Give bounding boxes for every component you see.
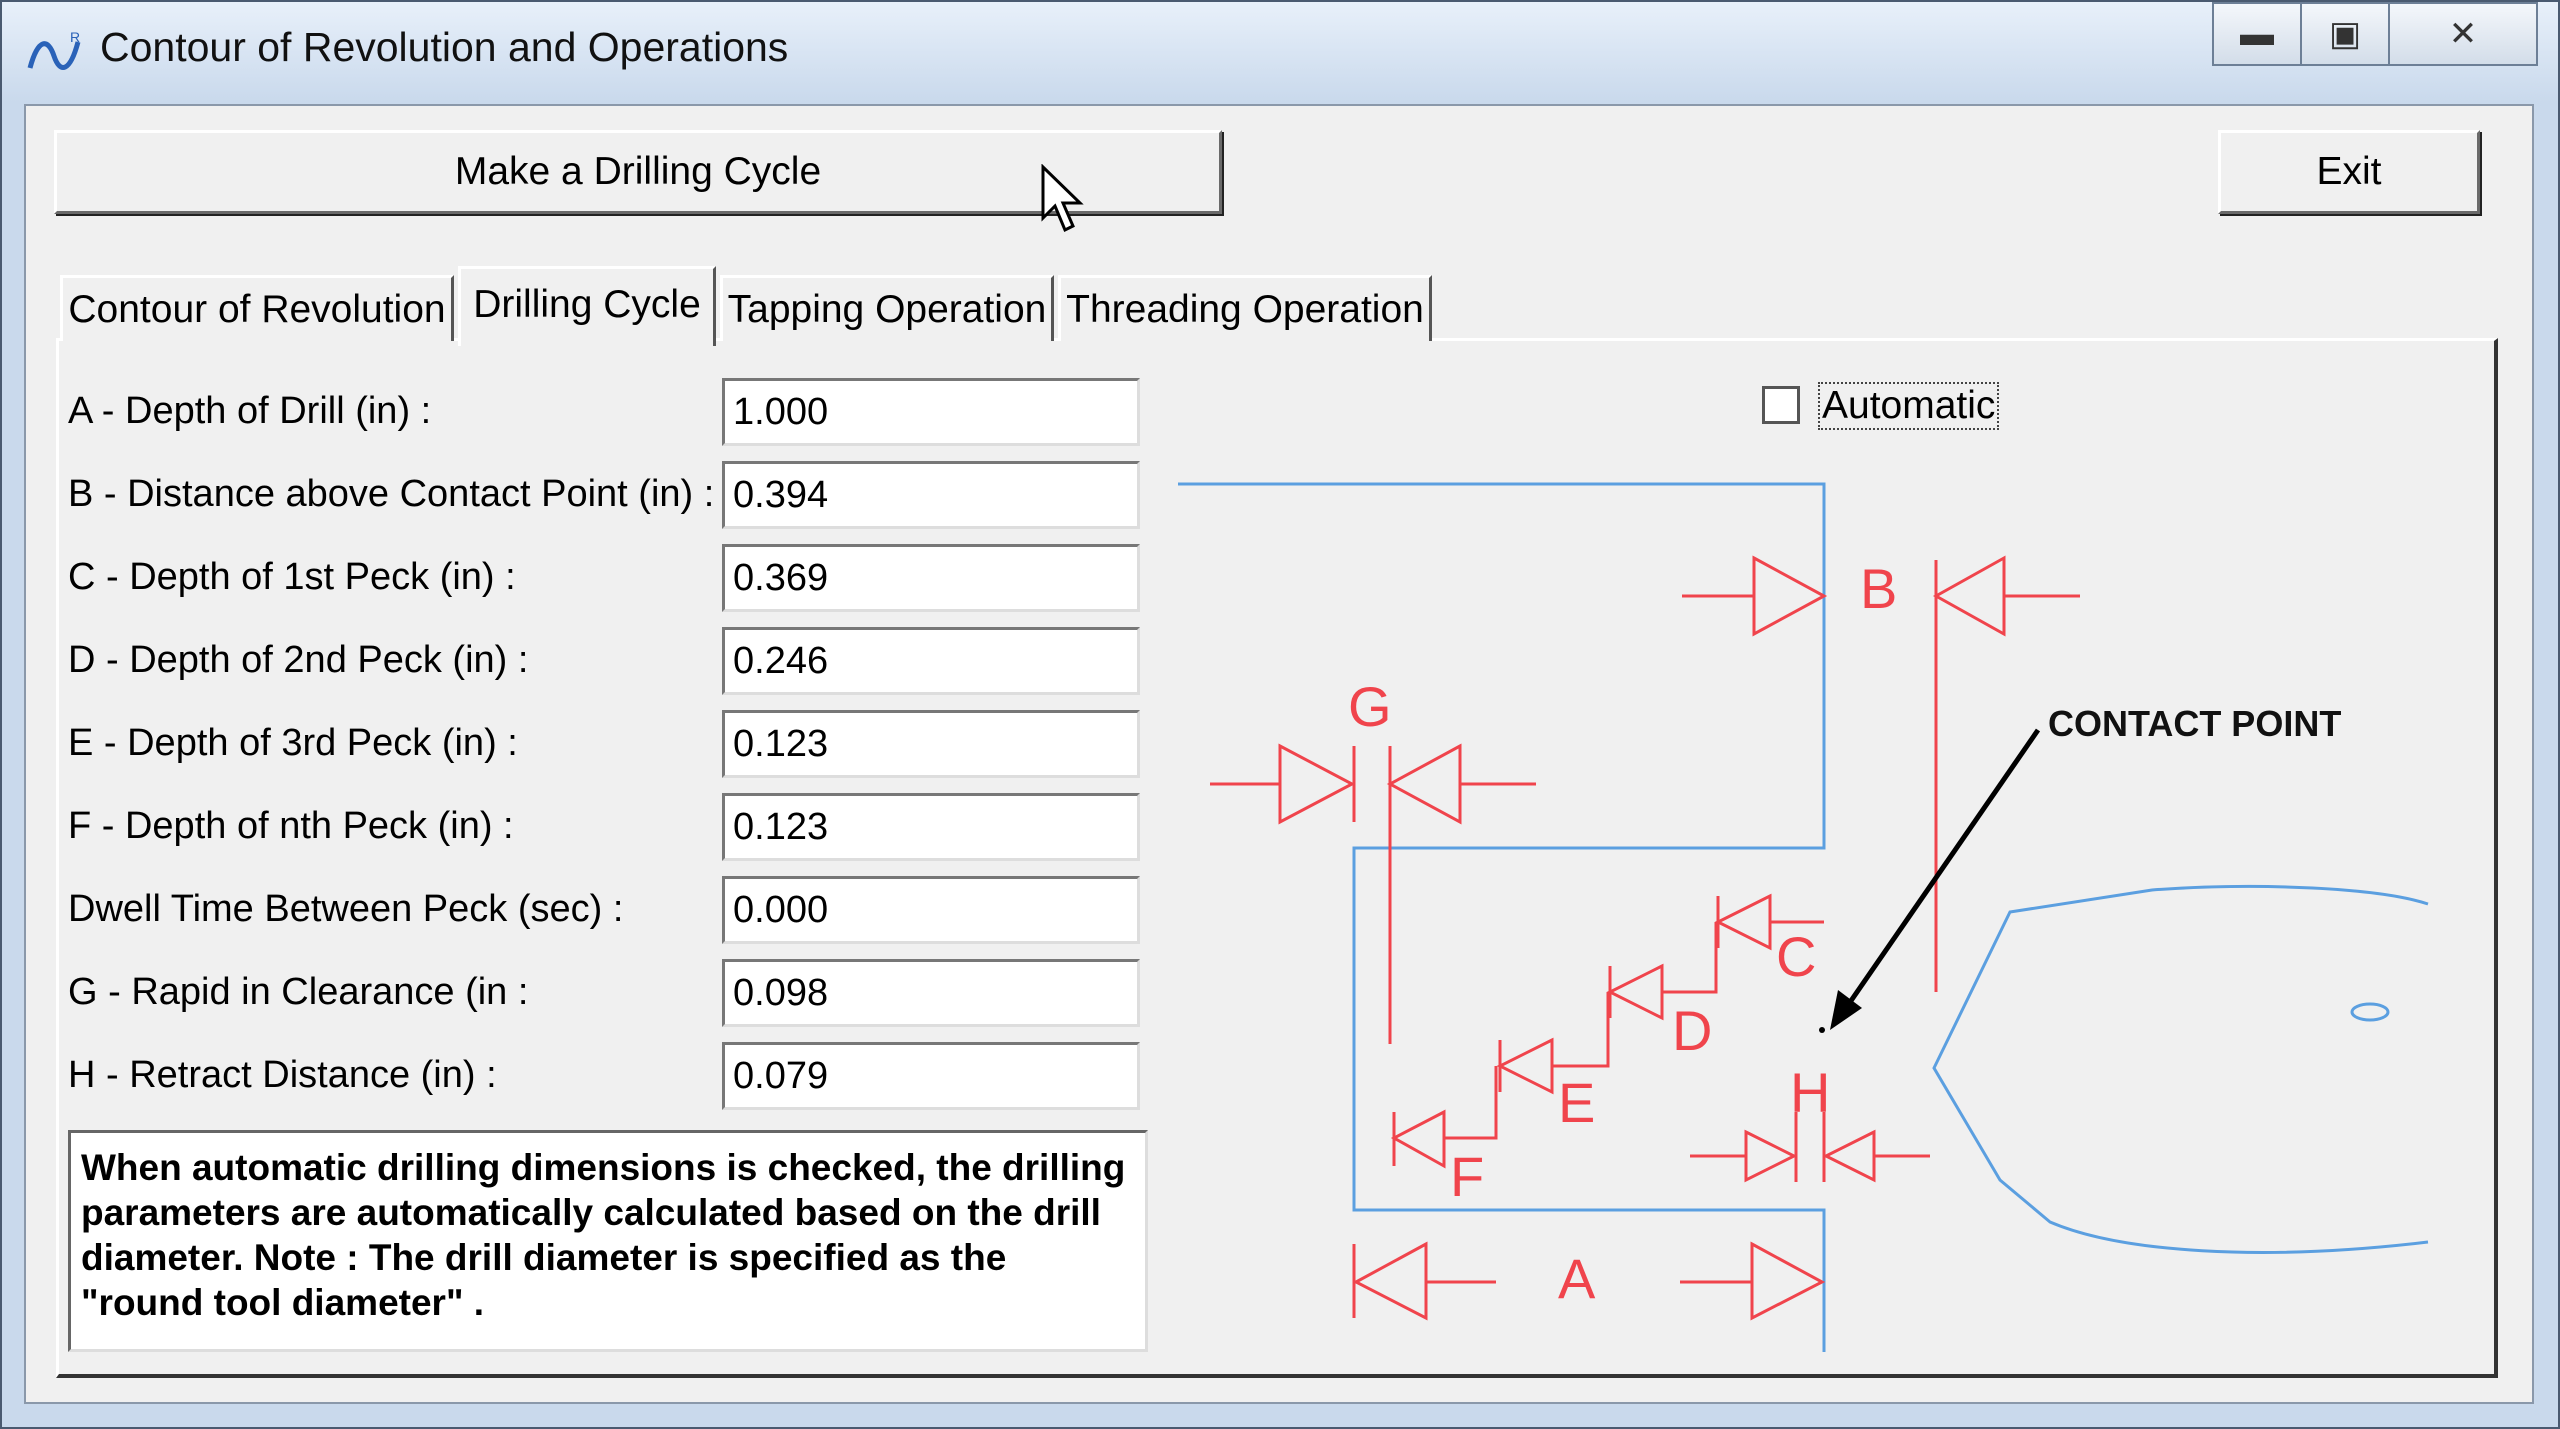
exit-button[interactable]: Exit (2218, 130, 2480, 214)
input-retract-distance[interactable] (722, 1042, 1140, 1110)
contact-point-dot (1819, 1027, 1825, 1033)
input-depth-nth-peck[interactable] (722, 793, 1140, 861)
label-d: D (1672, 999, 1712, 1062)
label-c: C (1776, 925, 1816, 988)
label-a: A (1558, 1247, 1596, 1310)
info-note: When automatic drilling dimensions is ch… (68, 1130, 1148, 1352)
automatic-checkbox[interactable] (1762, 386, 1800, 424)
label-f: F (1450, 1145, 1484, 1208)
contact-point-label: CONTACT POINT (2048, 703, 2341, 744)
label-depth-3rd-peck: E - Depth of 3rd Peck (in) : (68, 722, 518, 764)
dimension-lines (1210, 555, 2080, 1321)
workpiece-outline (1178, 482, 2429, 1352)
app-logo-icon: R (27, 29, 81, 70)
label-e: E (1558, 1071, 1595, 1134)
label-h: H (1790, 1061, 1830, 1124)
title-bar[interactable]: R Contour of Revolution and Operations ▬… (2, 2, 2558, 102)
svg-text:R: R (70, 29, 80, 45)
label-g: G (1348, 675, 1392, 738)
minimize-button[interactable]: ▬ (2212, 2, 2302, 66)
label-rapid-clearance: G - Rapid in Clearance (in : (68, 971, 529, 1013)
window-title: Contour of Revolution and Operations (100, 24, 789, 70)
tab-tapping-operation[interactable]: Tapping Operation (720, 275, 1054, 341)
maximize-button[interactable]: ▣ (2300, 2, 2390, 66)
label-depth-2nd-peck: D - Depth of 2nd Peck (in) : (68, 639, 529, 681)
contact-arrow-line (1843, 728, 2041, 1010)
label-b: B (1860, 557, 1897, 620)
input-depth-2nd-peck[interactable] (722, 627, 1140, 695)
input-depth-of-drill[interactable] (722, 378, 1140, 446)
label-depth-of-drill: A - Depth of Drill (in) : (68, 390, 432, 432)
dimension-labels: B G C D E F H A (1348, 557, 1897, 1310)
maximize-icon: ▣ (2328, 15, 2362, 53)
window-controls: ▬ ▣ ✕ (2212, 2, 2538, 68)
tab-drilling-cycle[interactable]: Drilling Cycle (458, 266, 716, 346)
label-distance-above-contact: B - Distance above Contact Point (in) : (68, 473, 715, 515)
input-depth-1st-peck[interactable] (722, 544, 1140, 612)
label-depth-nth-peck: F - Depth of nth Peck (in) : (68, 805, 514, 847)
minimize-icon: ▬ (2240, 14, 2274, 53)
close-button[interactable]: ✕ (2388, 2, 2538, 66)
input-distance-above-contact[interactable] (722, 461, 1140, 529)
tab-contour-of-revolution[interactable]: Contour of Revolution (60, 275, 454, 341)
tab-threading-operation[interactable]: Threading Operation (1058, 275, 1432, 341)
label-retract-distance: H - Retract Distance (in) : (68, 1054, 497, 1096)
close-icon: ✕ (2448, 15, 2478, 53)
automatic-label[interactable]: Automatic (1818, 382, 2000, 430)
drilling-diagram: B G C D E F H A CONTACT POINT (1178, 482, 2429, 1352)
input-depth-3rd-peck[interactable] (722, 710, 1140, 778)
mouse-cursor-icon (1041, 164, 1084, 233)
label-dwell-time: Dwell Time Between Peck (sec) : (68, 888, 624, 930)
input-rapid-clearance[interactable] (722, 959, 1140, 1027)
label-depth-1st-peck: C - Depth of 1st Peck (in) : (68, 556, 516, 598)
input-dwell-time[interactable] (722, 876, 1140, 944)
